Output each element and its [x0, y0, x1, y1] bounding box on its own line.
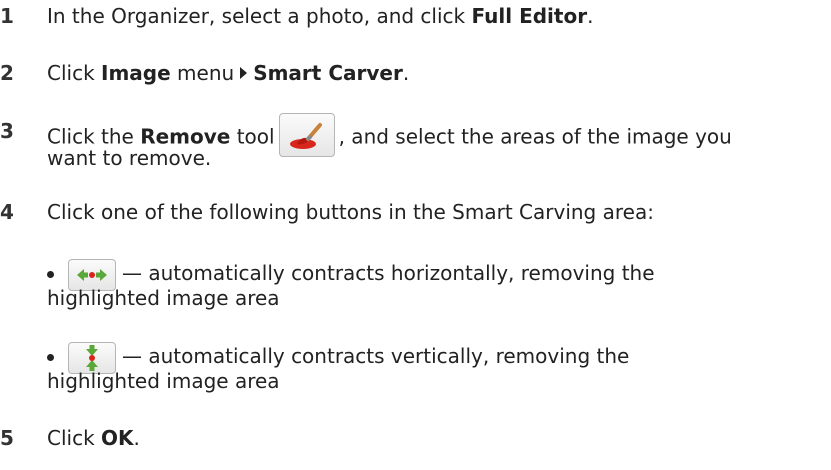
bullet-dot: [47, 271, 54, 278]
bullet-text-continued: highlighted image area: [47, 369, 280, 393]
step-text-post: .: [133, 426, 140, 450]
step-text-pre: Click: [47, 61, 102, 85]
step-bold: Smart Carver: [253, 61, 403, 85]
step-text: In the Organizer, select a photo, and cl…: [47, 1, 823, 31]
step-text-pre: In the Organizer, select a photo, and cl…: [47, 4, 472, 28]
step-text: Click OK.: [47, 423, 823, 453]
step-number: 4: [0, 200, 14, 224]
step-text-post: .: [587, 4, 594, 28]
step-number: 3: [0, 119, 14, 143]
bullet-text-continued: highlighted image area: [47, 286, 280, 310]
step-text-pre: Click: [47, 426, 102, 450]
step-text-mid: menu: [170, 61, 235, 85]
step-text: Click one of the following buttons in th…: [47, 200, 654, 224]
step-bold: Image: [101, 61, 171, 85]
step-text: Click Image menu Smart Carver.: [47, 58, 823, 88]
bullet-dot: [47, 354, 54, 361]
step-bold: OK: [101, 426, 134, 450]
menu-arrow-icon: [240, 67, 248, 79]
step-text-post: .: [402, 61, 410, 85]
step-number: 5: [0, 426, 14, 450]
step-number: 2: [0, 61, 14, 85]
step-text-continued: want to remove.: [47, 146, 212, 170]
bullet-vertical-continued: highlighted image area: [47, 366, 823, 396]
step-bold: Full Editor: [471, 4, 588, 28]
bullet-text: — automatically contracts horizontally, …: [122, 261, 655, 285]
bullet-text: — automatically contracts vertically, re…: [122, 344, 630, 368]
step-number: 1: [0, 4, 14, 28]
bullet-horizontal-continued: highlighted image area: [47, 283, 823, 313]
